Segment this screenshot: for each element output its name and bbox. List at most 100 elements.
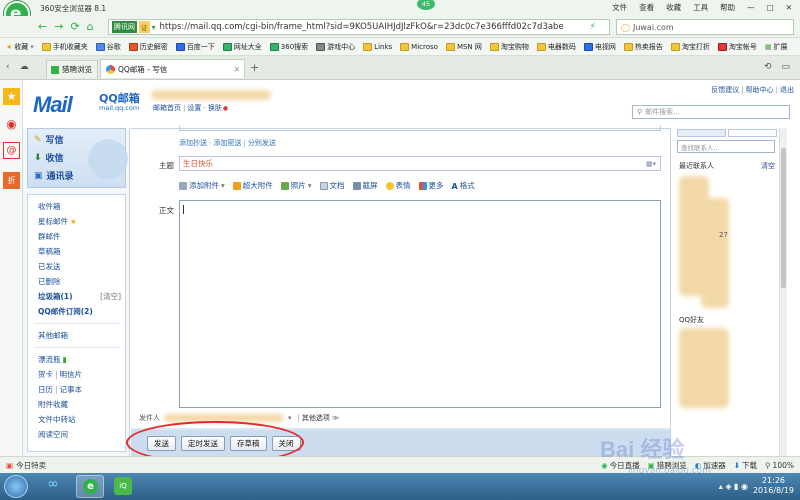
folder-starred[interactable]: 星标邮件 ★	[28, 214, 125, 229]
live-stream[interactable]: ◉ 今日直播	[601, 460, 640, 471]
fav-item[interactable]: 热卖报告	[623, 42, 663, 52]
menu-view[interactable]: 查看	[639, 2, 654, 13]
file-transfer-link[interactable]: 文件中转站	[28, 412, 125, 427]
home-icon[interactable]: ⌂	[87, 20, 94, 33]
new-tab-button[interactable]: +	[250, 61, 259, 74]
reading-space-link[interactable]: 阅读空间	[28, 427, 125, 442]
mail-logo[interactable]: Mail	[33, 92, 73, 118]
folder-group[interactable]: 群邮件	[28, 229, 125, 244]
zoom-level[interactable]: ⚲ 100%	[765, 461, 794, 470]
emoji-button[interactable]: 表情	[385, 180, 411, 191]
tray-icons[interactable]: ▴ ◈ ▮ ◉	[719, 482, 748, 491]
contacts-scrollbar[interactable]	[779, 128, 787, 456]
notes-link[interactable]: 记事本	[60, 382, 83, 397]
contact-search-input[interactable]: 查找联系人...	[677, 140, 775, 153]
fav-item[interactable]: 网址大全	[222, 42, 262, 52]
attachments-link[interactable]: 附件收藏	[28, 397, 125, 412]
discount-icon[interactable]: 折	[3, 172, 20, 189]
subject-input[interactable]: 生日快乐 ▦▾	[179, 156, 661, 171]
menu-file[interactable]: 文件	[612, 2, 627, 13]
accelerator[interactable]: ◐ 加速器	[695, 460, 726, 471]
fav-item[interactable]: 电视网	[583, 42, 616, 52]
browser-taskbar-button[interactable]: e	[76, 475, 104, 498]
cloud-icon[interactable]: ☁	[20, 62, 29, 72]
dropdown-icon[interactable]: ▾	[152, 23, 156, 32]
body-editor[interactable]	[179, 200, 661, 408]
fav-item[interactable]: 360搜索	[269, 42, 308, 52]
mail-search-input[interactable]: ⚲ 邮件搜索...	[632, 105, 790, 119]
fav-item[interactable]: 淘宝打折	[670, 42, 710, 52]
help-link[interactable]: 帮助中心	[746, 85, 774, 95]
subject-options-icon[interactable]: ▦▾	[646, 160, 656, 168]
clear-spam-link[interactable]: [清空]	[100, 289, 121, 304]
folder-sent[interactable]: 已发送	[28, 259, 125, 274]
url-bar[interactable]: 腾讯网 证 ▾ https://mail.qq.com/cgi-bin/fram…	[108, 19, 610, 35]
fav-item[interactable]: 历史解密	[128, 42, 168, 52]
contacts-tab[interactable]	[677, 129, 726, 137]
other-options-link[interactable]: 其他选项	[302, 413, 330, 423]
fav-item[interactable]: Links	[363, 42, 392, 51]
refresh-icon[interactable]: ⟳	[70, 20, 79, 33]
fav-item[interactable]: Microso	[400, 42, 438, 51]
iqiyi-icon[interactable]: iQ	[114, 477, 132, 495]
contacts-button[interactable]: ▣ 通讯录	[34, 169, 74, 183]
security-icon[interactable]: ⚡	[590, 22, 596, 32]
card-link[interactable]: 贺卡	[38, 367, 53, 382]
cert-icon[interactable]: 证	[139, 21, 150, 33]
menu-help[interactable]: 帮助	[720, 2, 735, 13]
fav-item[interactable]: 淘宝帐号	[717, 42, 757, 52]
minimize-icon[interactable]: —	[747, 3, 755, 12]
folder-deleted[interactable]: 已删除	[28, 274, 125, 289]
maximize-icon[interactable]: □	[767, 3, 774, 12]
browse-mode[interactable]: ▣ 猎聘浏览	[648, 460, 687, 471]
folder-inbox[interactable]: 收件箱	[28, 199, 125, 214]
other-mailbox[interactable]: 其他邮箱	[28, 328, 125, 343]
folder-spam[interactable]: 垃圾箱(1) [清空]	[28, 289, 125, 304]
write-button[interactable]: ✎ 写信	[34, 133, 64, 147]
tab-back-icon[interactable]: ‹	[6, 62, 10, 72]
fav-item[interactable]: 百度一下	[175, 42, 215, 52]
close-window-icon[interactable]: ✕	[786, 3, 792, 12]
document-button[interactable]: 文档	[319, 180, 345, 191]
daily-deals[interactable]: 今日特卖	[16, 460, 46, 471]
search-box[interactable]: ◯ Juwai.com	[616, 19, 794, 35]
extensions-button[interactable]: ▦ 扩展	[765, 42, 788, 52]
fav-item[interactable]: 电器数码	[536, 42, 576, 52]
format-button[interactable]: A 格式	[452, 180, 475, 191]
qq-tab[interactable]	[728, 129, 777, 137]
search-engine-icon[interactable]: ◯	[621, 23, 630, 32]
feedback-link[interactable]: 反馈建议	[711, 85, 739, 95]
back-icon[interactable]: ←	[38, 20, 47, 33]
separate-send-link[interactable]: 分别发送	[248, 138, 276, 148]
menu-favorites[interactable]: 收藏	[666, 2, 681, 13]
start-button[interactable]	[4, 475, 28, 498]
folder-drafts[interactable]: 草稿箱	[28, 244, 125, 259]
logout-link[interactable]: 退出	[780, 85, 794, 95]
add-attachment-button[interactable]: 添加附件 ▾	[179, 180, 225, 191]
clear-recent-link[interactable]: 清空	[761, 161, 775, 171]
favorites-root[interactable]: ★ 收藏 ▾	[6, 42, 34, 52]
postcard-link[interactable]: 明信片	[60, 367, 83, 382]
app-icon-1[interactable]: ∞	[40, 476, 66, 497]
weibo-icon[interactable]: ◉	[3, 116, 20, 133]
fav-item[interactable]: 游戏中心	[316, 42, 355, 52]
more-button[interactable]: 更多	[418, 180, 444, 191]
tab-close-icon[interactable]: ✕	[234, 65, 240, 74]
calendar-link[interactable]: 日历	[38, 382, 53, 397]
clock[interactable]: 21:26 2016/8/19	[753, 476, 794, 496]
fav-item[interactable]: 淘宝购物	[489, 42, 529, 52]
fav-item[interactable]: 谷歌	[95, 42, 121, 52]
tab-2-active[interactable]: QQ邮箱 - 写信 ✕	[100, 59, 245, 78]
download[interactable]: ⬇ 下载	[734, 460, 757, 471]
drift-bottle[interactable]: 漂流瓶 ▮	[28, 352, 125, 367]
sender-dropdown-icon[interactable]: ▾	[288, 414, 292, 422]
scrollbar-thumb[interactable]	[781, 148, 786, 288]
fav-item[interactable]: MSN 网	[445, 42, 482, 52]
to-field-bottom[interactable]	[179, 126, 661, 131]
menu-tools[interactable]: 工具	[693, 2, 708, 13]
forward-icon[interactable]: →	[54, 20, 63, 33]
switch-skin-link[interactable]: 换肤	[208, 103, 222, 113]
star-sidebar-icon[interactable]: ★	[3, 88, 20, 105]
tab-list-icon[interactable]: ▭	[781, 62, 790, 72]
add-cc-link[interactable]: 添加抄送	[179, 138, 207, 148]
